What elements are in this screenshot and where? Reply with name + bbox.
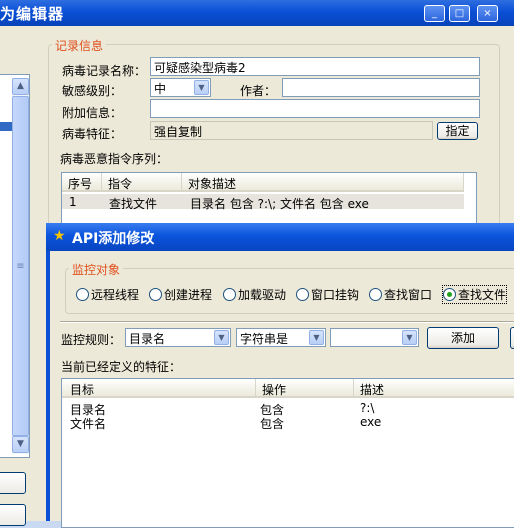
radio-icon[interactable] (76, 288, 89, 301)
api-dialog-title: API添加修改 (72, 231, 155, 247)
column-header-no[interactable]: 序号 (62, 173, 102, 192)
column-header-op[interactable]: 操作 (256, 379, 354, 398)
monitor-rule-label: 监控规则： (61, 333, 122, 347)
feature-row-op: 包含 (260, 417, 285, 431)
left-button-2[interactable] (0, 504, 26, 526)
radio-load-driver[interactable]: 加载驱动 (223, 286, 286, 303)
minimize-button[interactable]: _ (424, 5, 445, 22)
column-header-cmd[interactable]: 指令 (102, 173, 182, 192)
author-label: 作者： (240, 84, 277, 98)
virus-feature-label: 病毒特征： (62, 127, 123, 141)
feature-row-desc: ?:\ (360, 401, 375, 415)
radio-remote-thread[interactable]: 远程线程 (76, 286, 139, 303)
extra-info-input[interactable] (150, 99, 480, 118)
add-button[interactable]: 添加 (427, 327, 499, 349)
next-button[interactable] (510, 327, 514, 349)
chevron-down-icon[interactable]: ▼ (214, 330, 229, 345)
row-desc: 目录名 包含 ?:\; 文件名 包含 exe (190, 197, 369, 211)
scroll-up-icon[interactable]: ▲ (12, 78, 29, 95)
rule-op-select[interactable]: 字符串是 ▼ (236, 328, 326, 347)
feature-list[interactable]: 目标 操作 描述 目录名 包含 ?:\ 文件名 包含 exe (61, 378, 514, 528)
virus-feature-field: 强自复制 (150, 121, 433, 140)
radio-icon[interactable] (369, 288, 382, 301)
record-list-selected-item[interactable] (0, 122, 12, 131)
defined-features-label: 当前已经定义的特征： (61, 360, 182, 374)
sensitivity-value: 中 (154, 82, 167, 96)
radio-find-file[interactable]: 查找文件 (441, 285, 508, 304)
extra-info-label: 附加信息： (62, 106, 123, 120)
radio-find-window[interactable]: 查找窗口 (369, 286, 432, 303)
author-input[interactable] (282, 78, 480, 97)
maximize-button[interactable]: □ (449, 5, 470, 22)
rule-value-select[interactable]: ▼ (330, 328, 419, 347)
close-button[interactable]: × (477, 5, 498, 22)
radio-icon[interactable] (223, 288, 236, 301)
chevron-down-icon[interactable]: ▼ (194, 80, 209, 95)
back-window-title: 为编辑器 (0, 5, 65, 23)
row-no: 1 (69, 195, 77, 209)
sensitivity-select[interactable]: 中 ▼ (150, 78, 211, 97)
feature-row-desc: exe (360, 415, 382, 429)
row-cmd: 查找文件 (109, 197, 158, 211)
scroll-down-icon[interactable]: ▼ (12, 436, 29, 453)
column-header-target[interactable]: 目标 (62, 379, 256, 398)
specify-button[interactable]: 指定 (437, 122, 478, 140)
column-header-desc[interactable]: 对象描述 (182, 173, 464, 192)
chevron-down-icon[interactable]: ▼ (309, 330, 324, 345)
monitor-legend: 监控对象 (69, 261, 124, 278)
feature-row-target: 文件名 (70, 417, 107, 431)
sensitivity-label: 敏感级别： (62, 84, 123, 98)
column-header-desc[interactable]: 描述 (354, 379, 514, 398)
sequence-label: 病毒恶意指令序列： (60, 152, 169, 166)
radio-create-process[interactable]: 创建进程 (149, 286, 212, 303)
chevron-down-icon[interactable]: ▼ (402, 330, 417, 345)
rule-field-select[interactable]: 目录名 ▼ (125, 328, 231, 347)
app-icon: ★ (53, 228, 66, 244)
divider (60, 321, 514, 323)
virus-name-input[interactable]: 可疑感染型病毒2 (150, 57, 480, 76)
radio-window-hook[interactable]: 窗口挂钩 (296, 286, 359, 303)
scroll-thumb[interactable]: ≡ (12, 96, 29, 436)
radio-icon[interactable] (149, 288, 162, 301)
record-info-legend: 记录信息 (52, 37, 107, 54)
radio-icon[interactable] (296, 288, 309, 301)
virus-name-label: 病毒记录名称： (62, 64, 147, 78)
radio-selected-icon[interactable] (443, 288, 456, 301)
left-button-1[interactable] (0, 472, 26, 494)
